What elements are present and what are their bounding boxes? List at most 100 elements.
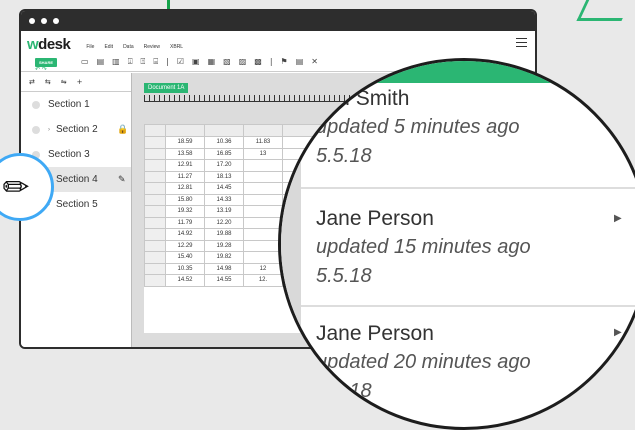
toolbar-tool-icon[interactable]: ▤ — [97, 57, 105, 67]
hamburger-menu-icon[interactable] — [516, 38, 527, 47]
chevron-right-icon[interactable]: › — [48, 127, 56, 133]
table-cell[interactable] — [243, 239, 283, 252]
sidebar-item-label: Section 3 — [48, 149, 90, 160]
toolbar-tool-icon[interactable]: ⌸ — [153, 57, 158, 67]
menu-xbrl[interactable]: XBRL — [170, 44, 183, 50]
sidebar-item-section-1[interactable]: Section 1 — [21, 92, 131, 117]
wdesk-logo: wdesk — [27, 36, 71, 53]
table-cell[interactable] — [243, 182, 283, 195]
menu-file[interactable]: File — [86, 44, 94, 50]
toolbar-tool-icon[interactable]: ▩ — [254, 57, 262, 67]
toolbar-tool-icon[interactable]: ▧ — [223, 57, 231, 67]
activity-updated: updated 20 minutes ago — [316, 351, 531, 373]
table-cell[interactable] — [243, 159, 283, 172]
table-cell[interactable]: 18.59 — [165, 136, 205, 149]
table-cell[interactable]: 12.91 — [165, 159, 205, 172]
toolbar-tool-icon[interactable]: ⍐ — [141, 57, 146, 67]
window-maximize-dot[interactable] — [53, 18, 59, 24]
table-cell[interactable]: 13.58 — [165, 147, 205, 160]
toolbar-tool-icon[interactable]: ☑ — [177, 57, 184, 67]
row-header[interactable] — [144, 262, 166, 275]
table-cell[interactable]: 16.85 — [204, 147, 244, 160]
activity-entry[interactable]: Jan Smith updated 5 minutes ago 5.5.18 — [316, 87, 520, 168]
table-cell[interactable] — [243, 205, 283, 218]
toolbar-tool-icon[interactable]: ▭ — [81, 57, 89, 67]
sidebar-item-section-2[interactable]: › Section 2 🔒 — [21, 117, 131, 142]
toolbar-tool-icon[interactable]: ⍗ — [128, 57, 133, 67]
table-cell[interactable]: 12. — [243, 274, 283, 287]
row-header[interactable] — [144, 193, 166, 206]
magnifier-sheet-edge — [281, 61, 301, 427]
activity-entry[interactable]: Jane Person updated 20 minutes ago 5.5.1… — [316, 322, 531, 403]
table-cell[interactable]: 15.40 — [165, 251, 205, 264]
add-section-icon[interactable]: + — [77, 78, 83, 86]
row-header[interactable] — [144, 170, 166, 183]
toolbar-tool-icon[interactable]: ▨ — [239, 57, 247, 67]
table-cell[interactable]: 12.20 — [204, 216, 244, 229]
table-cell[interactable]: 10.36 — [204, 136, 244, 149]
table-cell[interactable]: 11.83 — [243, 136, 283, 149]
caret-right-icon[interactable]: ▶ — [614, 213, 622, 224]
table-cell[interactable]: 13 — [243, 147, 283, 160]
table-cell[interactable]: 19.82 — [204, 251, 244, 264]
activity-date: 5.5.18 — [316, 265, 372, 287]
row-header[interactable] — [144, 216, 166, 229]
table-cell[interactable]: 15.80 — [165, 193, 205, 206]
accent-corner — [576, 0, 635, 21]
row-header[interactable] — [144, 182, 166, 195]
table-cell[interactable]: 19.32 — [165, 205, 205, 218]
row-header[interactable] — [144, 274, 166, 287]
outline-expand-icon[interactable]: ⇆ — [45, 78, 51, 86]
row-header[interactable] — [144, 136, 166, 149]
table-cell[interactable]: 14.55 — [204, 274, 244, 287]
column-header[interactable] — [243, 124, 283, 137]
table-cell[interactable]: 18.13 — [204, 170, 244, 183]
table-cell[interactable]: 19.28 — [204, 239, 244, 252]
table-cell[interactable]: 12.81 — [165, 182, 205, 195]
activity-entry[interactable]: Jane Person updated 15 minutes ago 5.5.1… — [316, 207, 531, 288]
row-header[interactable] — [144, 159, 166, 172]
column-header[interactable] — [204, 124, 244, 137]
row-header[interactable] — [144, 205, 166, 218]
sidebar-item-label: Section 5 — [56, 199, 98, 210]
row-header[interactable] — [144, 239, 166, 252]
divider — [301, 187, 635, 189]
table-cell[interactable]: 14.92 — [165, 228, 205, 241]
table-cell[interactable]: 12.29 — [165, 239, 205, 252]
table-cell[interactable] — [243, 170, 283, 183]
document-tab[interactable]: Document 1A — [144, 83, 189, 93]
window-minimize-dot[interactable] — [41, 18, 47, 24]
table-cell[interactable] — [243, 251, 283, 264]
toolbar-tool-icon[interactable]: ▣ — [192, 57, 200, 67]
toolbar-tool-icon[interactable]: ▦ — [208, 57, 216, 67]
table-cell[interactable]: 13.19 — [204, 205, 244, 218]
table-cell[interactable]: 19.88 — [204, 228, 244, 241]
column-header[interactable] — [165, 124, 205, 137]
row-header[interactable] — [144, 228, 166, 241]
table-cell[interactable] — [243, 228, 283, 241]
row-header[interactable] — [144, 251, 166, 264]
toolbar-separator: | — [166, 57, 169, 66]
column-header[interactable] — [144, 124, 166, 137]
table-cell[interactable]: 14.52 — [165, 274, 205, 287]
table-cell[interactable]: 11.27 — [165, 170, 205, 183]
toolbar-tool-icon[interactable]: ▥ — [112, 57, 120, 67]
caret-right-icon[interactable]: ▶ — [614, 327, 622, 338]
table-cell[interactable] — [243, 216, 283, 229]
table-cell[interactable]: 14.98 — [204, 262, 244, 275]
menu-data[interactable]: Data — [123, 44, 134, 50]
menu-review[interactable]: Review — [144, 44, 160, 50]
table-cell[interactable]: 12 — [243, 262, 283, 275]
outline-collapse-icon[interactable]: ⇄ — [29, 78, 35, 86]
menu-edit[interactable]: Edit — [104, 44, 113, 50]
table-cell[interactable]: 17.20 — [204, 159, 244, 172]
outline-move-icon[interactable]: ⇋ — [61, 78, 67, 86]
table-cell[interactable]: 11.79 — [165, 216, 205, 229]
table-cell[interactable]: 14.33 — [204, 193, 244, 206]
undo-redo-icons[interactable]: ↶ ↷ — [35, 66, 47, 73]
table-cell[interactable]: 10.35 — [165, 262, 205, 275]
window-close-dot[interactable] — [29, 18, 35, 24]
table-cell[interactable]: 14.45 — [204, 182, 244, 195]
row-header[interactable] — [144, 147, 166, 160]
table-cell[interactable] — [243, 193, 283, 206]
